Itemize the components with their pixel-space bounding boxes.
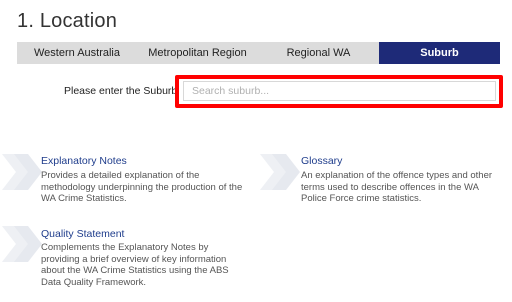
double-chevron-icon bbox=[2, 226, 42, 262]
tab-metropolitan-region[interactable]: Metropolitan Region bbox=[137, 42, 258, 64]
suburb-label: Please enter the Suburb bbox=[64, 85, 178, 97]
quality-statement-link[interactable]: Quality Statement bbox=[41, 228, 124, 240]
explanatory-notes-link[interactable]: Explanatory Notes bbox=[41, 155, 127, 167]
tab-western-australia[interactable]: Western Australia bbox=[17, 42, 137, 64]
glossary-description: An explanation of the offence types and … bbox=[301, 170, 493, 204]
glossary-link[interactable]: Glossary bbox=[301, 155, 342, 167]
explanatory-notes-description: Provides a detailed explanation of the m… bbox=[41, 170, 243, 204]
page-title: 1. Location bbox=[17, 10, 118, 32]
location-tabs: Western Australia Metropolitan Region Re… bbox=[17, 42, 500, 64]
double-chevron-icon bbox=[260, 154, 300, 190]
double-chevron-icon bbox=[2, 154, 42, 190]
tab-regional-wa[interactable]: Regional WA bbox=[258, 42, 379, 64]
tab-suburb[interactable]: Suburb bbox=[379, 42, 500, 64]
quality-statement-description: Complements the Explanatory Notes by pro… bbox=[41, 242, 229, 288]
suburb-search-input[interactable] bbox=[183, 81, 496, 101]
